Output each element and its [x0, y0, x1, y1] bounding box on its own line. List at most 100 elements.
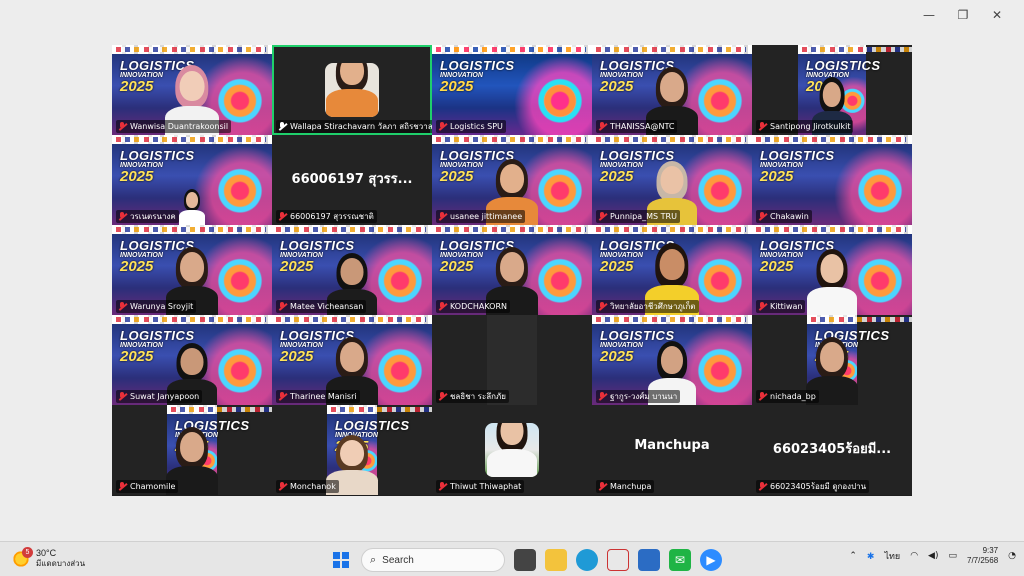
- banner-line3: 2025: [760, 168, 794, 185]
- language-indicator[interactable]: ไทย: [884, 549, 900, 563]
- minimize-button[interactable]: —: [912, 6, 946, 24]
- participant-name: nichada_bp: [770, 392, 816, 401]
- participant-tile[interactable]: Manchupa Manchupa: [592, 405, 752, 495]
- file-explorer-icon[interactable]: [545, 549, 567, 571]
- volume-icon[interactable]: ◀): [928, 551, 938, 561]
- chevron-up-icon[interactable]: ⌃: [849, 551, 857, 561]
- snipping-tool-icon[interactable]: [607, 549, 629, 571]
- participant-tile[interactable]: 66006197 สุวรร... 66006197 สุวรรณชาติ: [272, 135, 432, 225]
- participant-tile[interactable]: LOGISTICSINNOVATION2025Monchanok: [272, 405, 432, 495]
- participant-tile[interactable]: LOGISTICS INNOVATION 2025 Punnipa_MS TRU: [592, 135, 752, 225]
- participant-video-person: [326, 63, 378, 117]
- participant-name: 66006197 สุวรรณชาติ: [290, 212, 374, 221]
- participant-tile[interactable]: LOGISTICSINNOVATION2025Chamomile: [112, 405, 272, 495]
- participant-name: Chamomile: [130, 482, 176, 491]
- participant-name-label: 66023405ร้อยมี ดูกองปาน: [756, 480, 870, 493]
- mic-muted-icon: [598, 302, 606, 311]
- wifi-icon[interactable]: ◠: [910, 551, 918, 561]
- participant-name: THANISSA@NTC: [610, 122, 675, 131]
- participant-tile[interactable]: LOGISTICS INNOVATION 2025 Suwat Janyapoon: [112, 315, 272, 405]
- window-controls: — ❐ ✕: [912, 6, 1014, 24]
- line-app-icon[interactable]: ✉: [669, 549, 691, 571]
- mic-muted-icon: [438, 302, 446, 311]
- banner-line1: LOGISTICS: [335, 418, 410, 433]
- taskbar: 5 30°C มีแดดบางส่วน ⌕ Search ✉ ▶ ⌃ ✱ ไทย…: [0, 541, 1024, 576]
- mic-muted-icon: [278, 482, 286, 491]
- search-icon: ⌕: [370, 553, 377, 566]
- task-view-icon[interactable]: [514, 549, 536, 571]
- mic-muted-icon: [278, 392, 286, 401]
- participant-video-person: [487, 423, 537, 477]
- zoom-app-icon[interactable]: ▶: [700, 549, 722, 571]
- clock-date: 7/7/2568: [967, 556, 999, 566]
- participant-tile[interactable]: Wallapa Stirachavarn วัลภา สถิรชวาล: [272, 45, 432, 135]
- participant-name: Matee Vicheansan: [290, 302, 364, 311]
- weather-widget[interactable]: 5 30°C มีแดดบางส่วน: [12, 546, 85, 569]
- participant-tile[interactable]: LOGISTICS INNOVATION 2025 KODCHAKORN: [432, 225, 592, 315]
- close-button[interactable]: ✕: [980, 6, 1014, 24]
- participant-name-label: Tharinee Manisri: [276, 390, 360, 403]
- participant-name-label: Wanwisa Duantrakoonsil: [116, 120, 232, 133]
- participant-display-name: 66023405ร้อยมี...: [772, 442, 892, 457]
- banner-line1: LOGISTICS: [760, 148, 835, 163]
- mic-muted-icon: [278, 302, 286, 311]
- battery-icon[interactable]: ▭: [948, 551, 957, 561]
- edge-browser-icon[interactable]: [576, 549, 598, 571]
- bluetooth-icon[interactable]: ✱: [867, 551, 875, 562]
- participant-name-label: Punnipa_MS TRU: [596, 210, 680, 223]
- participant-name-label: Matee Vicheansan: [276, 300, 367, 313]
- participant-name: Warunya Sroyjit: [130, 302, 194, 311]
- participant-video-person: [807, 249, 857, 315]
- participant-tile[interactable]: LOGISTICS INNOVATION 2025 Warunya Sroyjit: [112, 225, 272, 315]
- participant-tile[interactable]: LOGISTICS INNOVATION 2025 Kittiwan: [752, 225, 912, 315]
- participant-tile[interactable]: LOGISTICSINNOVATION2025nichada_bp: [752, 315, 912, 405]
- participant-tile[interactable]: LOGISTICS INNOVATION 2025 THANISSA@NTC: [592, 45, 752, 135]
- participant-name-label: Chakawin: [756, 210, 812, 223]
- mic-muted-icon: [118, 122, 126, 131]
- participant-display-name: Manchupa: [634, 438, 710, 453]
- participant-name: Chakawin: [770, 212, 809, 221]
- mic-muted-icon: [758, 392, 766, 401]
- participant-tile[interactable]: ชลธิชา ระลึกภัย: [432, 315, 592, 405]
- mic-muted-icon: [278, 212, 286, 221]
- weather-temp: 30°C: [36, 548, 57, 558]
- weather-sun-icon: 5: [12, 546, 33, 568]
- mic-muted-icon: [438, 392, 446, 401]
- participant-tile[interactable]: LOGISTICS INNOVATION 2025 วรเนตรนางค: [112, 135, 272, 225]
- participant-tile[interactable]: LOGISTICS INNOVATION 2025 Tharinee Manisri: [272, 315, 432, 405]
- participant-name: Suwat Janyapoon: [130, 392, 200, 401]
- participant-tile[interactable]: LOGISTICS INNOVATION 2025 Wanwisa Duantrako…: [112, 45, 272, 135]
- mic-muted-icon: [598, 122, 606, 131]
- participant-video-person: [179, 189, 205, 225]
- participant-name-label: Thiwut Thiwaphat: [436, 480, 525, 493]
- participant-name: Manchupa: [610, 482, 652, 491]
- participant-name: วรเนตรนางค: [130, 212, 176, 221]
- restore-button[interactable]: ❐: [946, 6, 980, 24]
- notification-icon[interactable]: ◔: [1008, 551, 1016, 561]
- store-icon[interactable]: [638, 549, 660, 571]
- video-gallery: LOGISTICS INNOVATION 2025 Wanwisa Duantrako…: [112, 45, 912, 496]
- participant-name-label: Logistics SPU: [436, 120, 506, 133]
- participant-display-name: 66006197 สุวรร...: [291, 172, 413, 187]
- participant-name-label: Suwat Janyapoon: [116, 390, 203, 403]
- mic-muted-icon: [758, 482, 766, 491]
- participant-tile[interactable]: LOGISTICS INNOVATION 2025 Matee Vicheansan: [272, 225, 432, 315]
- participant-tile[interactable]: 66023405ร้อยมี... 66023405ร้อยมี ดูกองปาน: [752, 405, 912, 495]
- participant-tile[interactable]: LOGISTICS INNOVATION 2025 usanee jittimanee: [432, 135, 592, 225]
- participant-name: ฐากูร-วงศ์ม บานนา: [610, 392, 678, 401]
- participant-name: Wanwisa Duantrakoonsil: [130, 122, 229, 131]
- taskbar-search[interactable]: ⌕ Search: [361, 548, 505, 572]
- participant-name: Tharinee Manisri: [290, 392, 357, 401]
- participant-avatar: [325, 63, 379, 117]
- participant-tile[interactable]: LOGISTICS INNOVATION 2025 ฐากูร-วงศ์ม บานนา: [592, 315, 752, 405]
- participant-name: Punnipa_MS TRU: [610, 212, 677, 221]
- banner-line1: LOGISTICS: [120, 148, 195, 163]
- participant-tile[interactable]: LOGISTICSINNOVATION2025Santipong Jirotku…: [752, 45, 912, 135]
- windows-start-icon[interactable]: [330, 549, 352, 571]
- participant-tile[interactable]: LOGISTICS INNOVATION 2025 Chakawin: [752, 135, 912, 225]
- participant-tile[interactable]: LOGISTICS INNOVATION 2025 Logistics SPU: [432, 45, 592, 135]
- banner-line1: LOGISTICS: [440, 58, 515, 73]
- participant-tile[interactable]: LOGISTICS INNOVATION 2025 วิทยาลัยอาชีวศึกษ…: [592, 225, 752, 315]
- participant-tile[interactable]: Thiwut Thiwaphat: [432, 405, 592, 495]
- banner-line3: 2025: [440, 78, 474, 95]
